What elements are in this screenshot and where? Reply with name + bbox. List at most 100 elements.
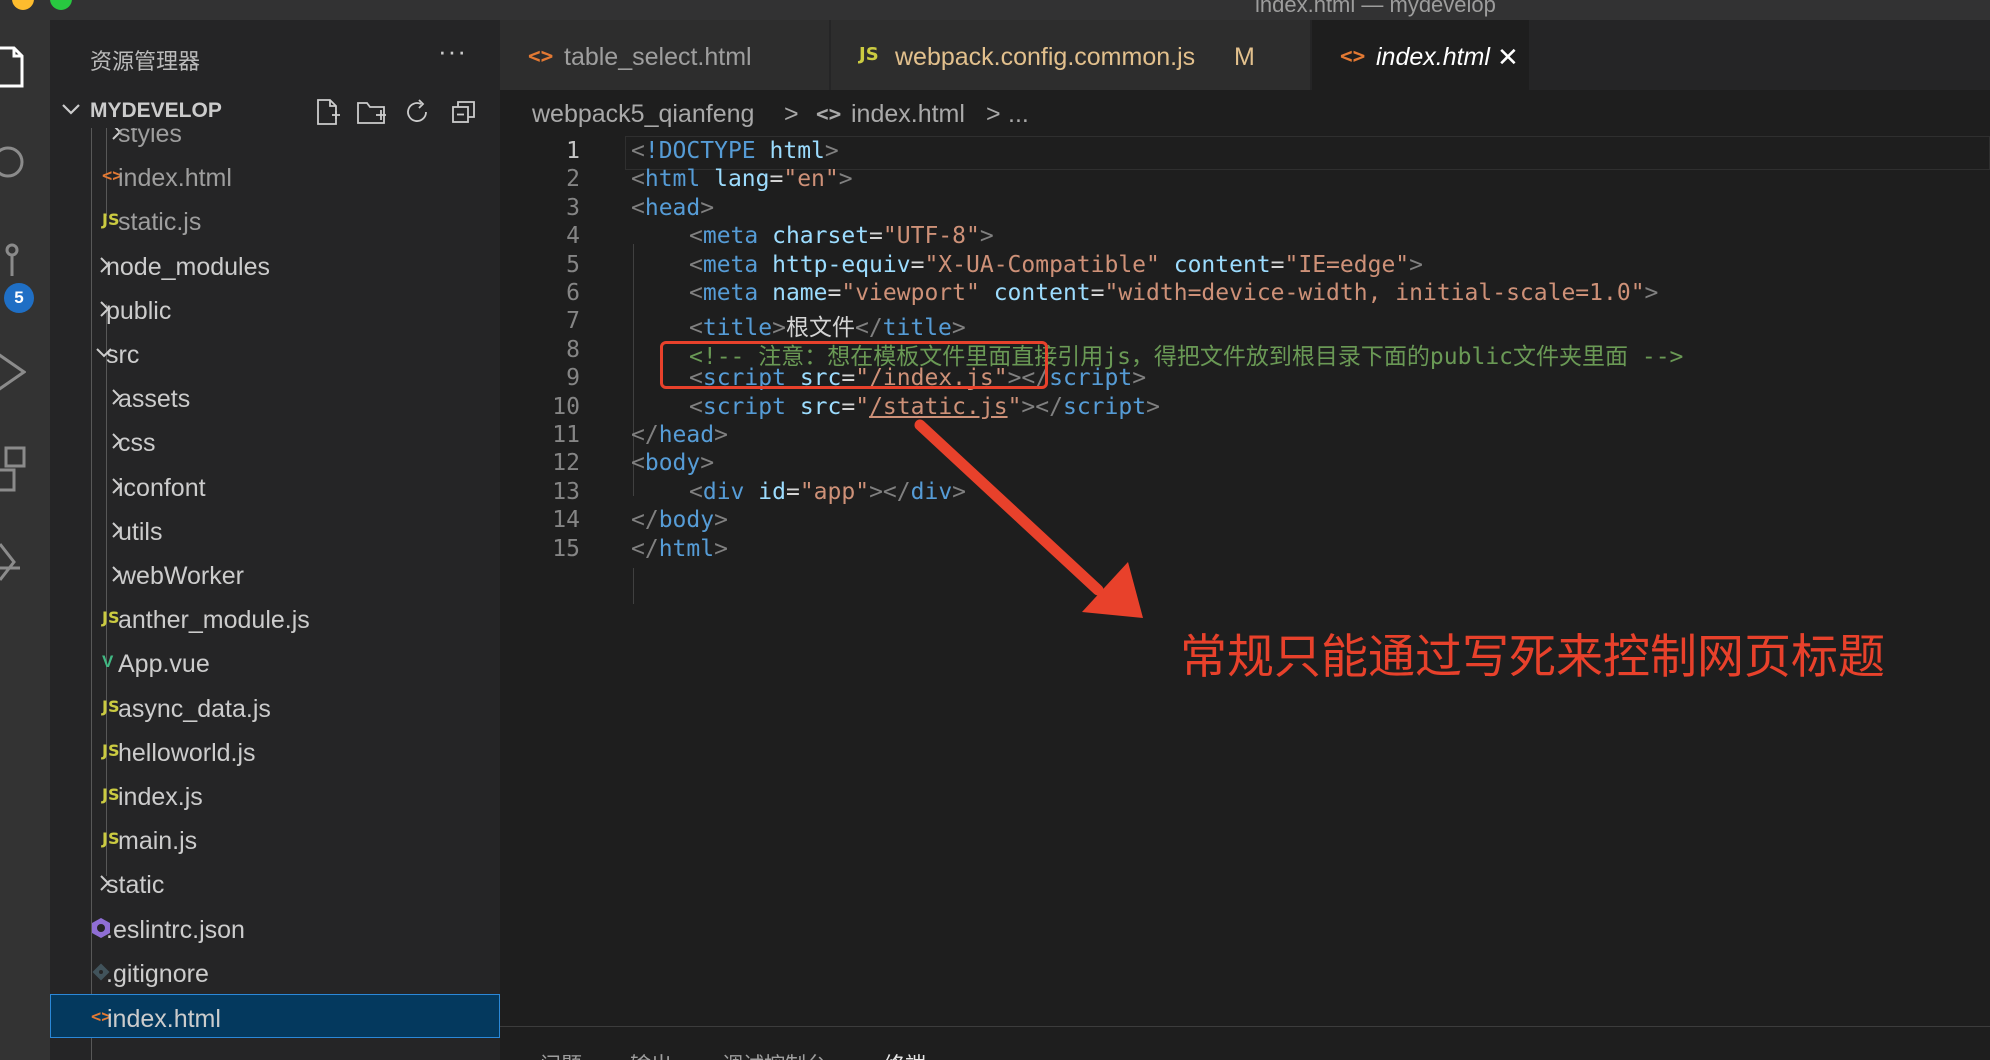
tree-file[interactable]: JS helloworld.js: [50, 729, 500, 773]
tree-item-label: main.js: [118, 827, 198, 856]
breadcrumb-separator: >: [784, 100, 799, 128]
tab-index-html[interactable]: <> index.html ✕: [1312, 20, 1530, 90]
source-control-badge: 5: [4, 283, 34, 313]
tree-folder[interactable]: src: [50, 331, 500, 375]
tree-item-label: index.js: [118, 783, 203, 811]
line-number: 4: [566, 223, 580, 250]
code-line: <head>: [631, 194, 715, 221]
code-line: </html>: [631, 535, 728, 562]
line-number: 3: [566, 194, 580, 221]
source-control-icon[interactable]: [0, 240, 26, 280]
minimize-window-button[interactable]: [12, 0, 34, 10]
tree-file[interactable]: JS async_data.js: [50, 685, 500, 729]
refresh-icon[interactable]: [404, 98, 432, 126]
workspace-section-header[interactable]: MYDEVELOP: [50, 90, 500, 130]
tree-file[interactable]: JS index.js: [50, 773, 500, 817]
line-number: 7: [566, 308, 580, 335]
zoom-window-button[interactable]: [50, 0, 72, 10]
code-line: <div id="app"></div>: [689, 478, 967, 505]
tree-folder[interactable]: webWorker: [50, 552, 500, 596]
explorer-title: 资源管理器: [90, 49, 201, 74]
tree-folder[interactable]: assets: [50, 375, 500, 419]
tree-item-label: .gitignore: [106, 959, 209, 988]
tree-file[interactable]: <> index.html: [50, 994, 500, 1038]
editor-tab-bar: <> table_select.html JS webpack.config.c…: [500, 20, 1990, 90]
tree-item-label: anther_module.js: [118, 606, 310, 635]
run-debug-icon[interactable]: [0, 350, 26, 394]
panel-tab-terminal[interactable]: 终端: [884, 1049, 926, 1060]
tab-webpack-config[interactable]: JS webpack.config.common.js M: [831, 20, 1311, 90]
tree-folder[interactable]: utils: [50, 508, 500, 552]
window-title: index.html — mydevelop: [1255, 0, 1496, 17]
code-line: <meta charset="UTF-8">: [689, 223, 994, 250]
line-number: 15: [552, 535, 580, 562]
tree-folder[interactable]: node_modules: [50, 243, 500, 287]
tab-label: table_select.html: [564, 43, 752, 71]
modified-badge: M: [1234, 43, 1255, 71]
tab-table-select[interactable]: <> table_select.html: [500, 20, 830, 90]
tree-item-label: css: [118, 429, 156, 458]
tree-folder[interactable]: public: [50, 287, 500, 331]
tree-item-label: node_modules: [106, 252, 271, 281]
html-file-icon: <>: [528, 44, 554, 68]
tree-file[interactable]: JS anther_module.js: [50, 596, 500, 640]
html-file-icon: <>: [1340, 44, 1366, 68]
tree-file[interactable]: .gitignore: [50, 950, 500, 994]
line-number: 2: [566, 166, 580, 193]
tree-item-label: styles: [118, 128, 182, 148]
search-icon[interactable]: [0, 144, 26, 184]
code-line: <!DOCTYPE html>: [631, 138, 839, 164]
tree-item-label: public: [106, 296, 172, 325]
extensions-icon[interactable]: [0, 444, 26, 494]
collapse-all-icon[interactable]: [450, 98, 478, 126]
tree-file[interactable]: JS static.js: [50, 198, 500, 242]
panel-tab-debug-console[interactable]: 调试控制台: [722, 1049, 827, 1060]
close-tab-icon[interactable]: ✕: [1497, 42, 1519, 73]
new-file-icon[interactable]: [314, 98, 342, 126]
tree-file[interactable]: JS main.js: [50, 817, 500, 861]
tree-folder[interactable]: styles: [50, 128, 500, 154]
highlight-box: [660, 341, 1048, 389]
new-folder-icon[interactable]: [356, 98, 388, 126]
more-actions-icon[interactable]: ···: [438, 36, 467, 67]
chevron-down-icon: [62, 104, 80, 115]
tree-item-label: helloworld.js: [118, 738, 256, 767]
code-line: </body>: [631, 507, 728, 534]
explorer-sidebar: 资源管理器 ··· MYDEVELOP styles <> index.html JS…: [50, 20, 500, 1060]
tree-item-label: App.vue: [118, 650, 210, 679]
tree-item-label: utils: [118, 517, 163, 546]
breadcrumb-folder[interactable]: webpack5_qianfeng: [532, 100, 754, 129]
line-number: 13: [552, 478, 580, 505]
tree-item-label: async_data.js: [118, 694, 271, 723]
tree-file[interactable]: .eslintrc.json: [50, 906, 500, 950]
line-number: 8: [566, 336, 580, 363]
remote-explorer-icon[interactable]: [0, 540, 26, 590]
line-number: 10: [552, 393, 580, 420]
tree-item-label: index.html: [107, 1005, 221, 1033]
tree-item-label: static: [106, 871, 165, 900]
breadcrumb: webpack5_qianfeng > <> index.html > ...: [500, 90, 1990, 136]
bottom-panel: 问题 输出 调试控制台 终端: [500, 1026, 1990, 1060]
tree-folder[interactable]: css: [50, 419, 500, 463]
breadcrumb-separator: >: [986, 100, 1001, 128]
tree-folder[interactable]: static: [50, 861, 500, 905]
code-editor[interactable]: 1 <!DOCTYPE html> 2 <html lang="en"> 3 <head>…: [500, 136, 1990, 1026]
code-line: <meta http-equiv="X-UA-Compatible" conte…: [689, 251, 1423, 278]
tree-file[interactable]: <> index.html: [50, 154, 500, 198]
files-icon[interactable]: [0, 42, 26, 92]
tree-item-label: index.html: [118, 164, 232, 193]
html-file-icon: <>: [816, 102, 842, 126]
tab-label: webpack.config.common.js: [895, 43, 1196, 71]
annotation-text: 常规只能通过写死来控制网页标题: [1180, 630, 1885, 683]
line-number: 11: [552, 422, 580, 448]
code-line: <script src="/static.js"></script>: [689, 393, 1160, 420]
tree-file[interactable]: V App.vue: [50, 640, 500, 684]
tree-folder[interactable]: iconfont: [50, 464, 500, 508]
line-number: 6: [566, 280, 580, 306]
tab-label: index.html: [1376, 43, 1490, 71]
panel-tab-output[interactable]: 输出: [630, 1049, 672, 1060]
tree-item-label: webWorker: [118, 562, 244, 590]
breadcrumb-file[interactable]: index.html: [851, 100, 965, 129]
panel-tab-problems[interactable]: 问题: [540, 1049, 582, 1060]
breadcrumb-symbol[interactable]: ...: [1008, 100, 1029, 129]
